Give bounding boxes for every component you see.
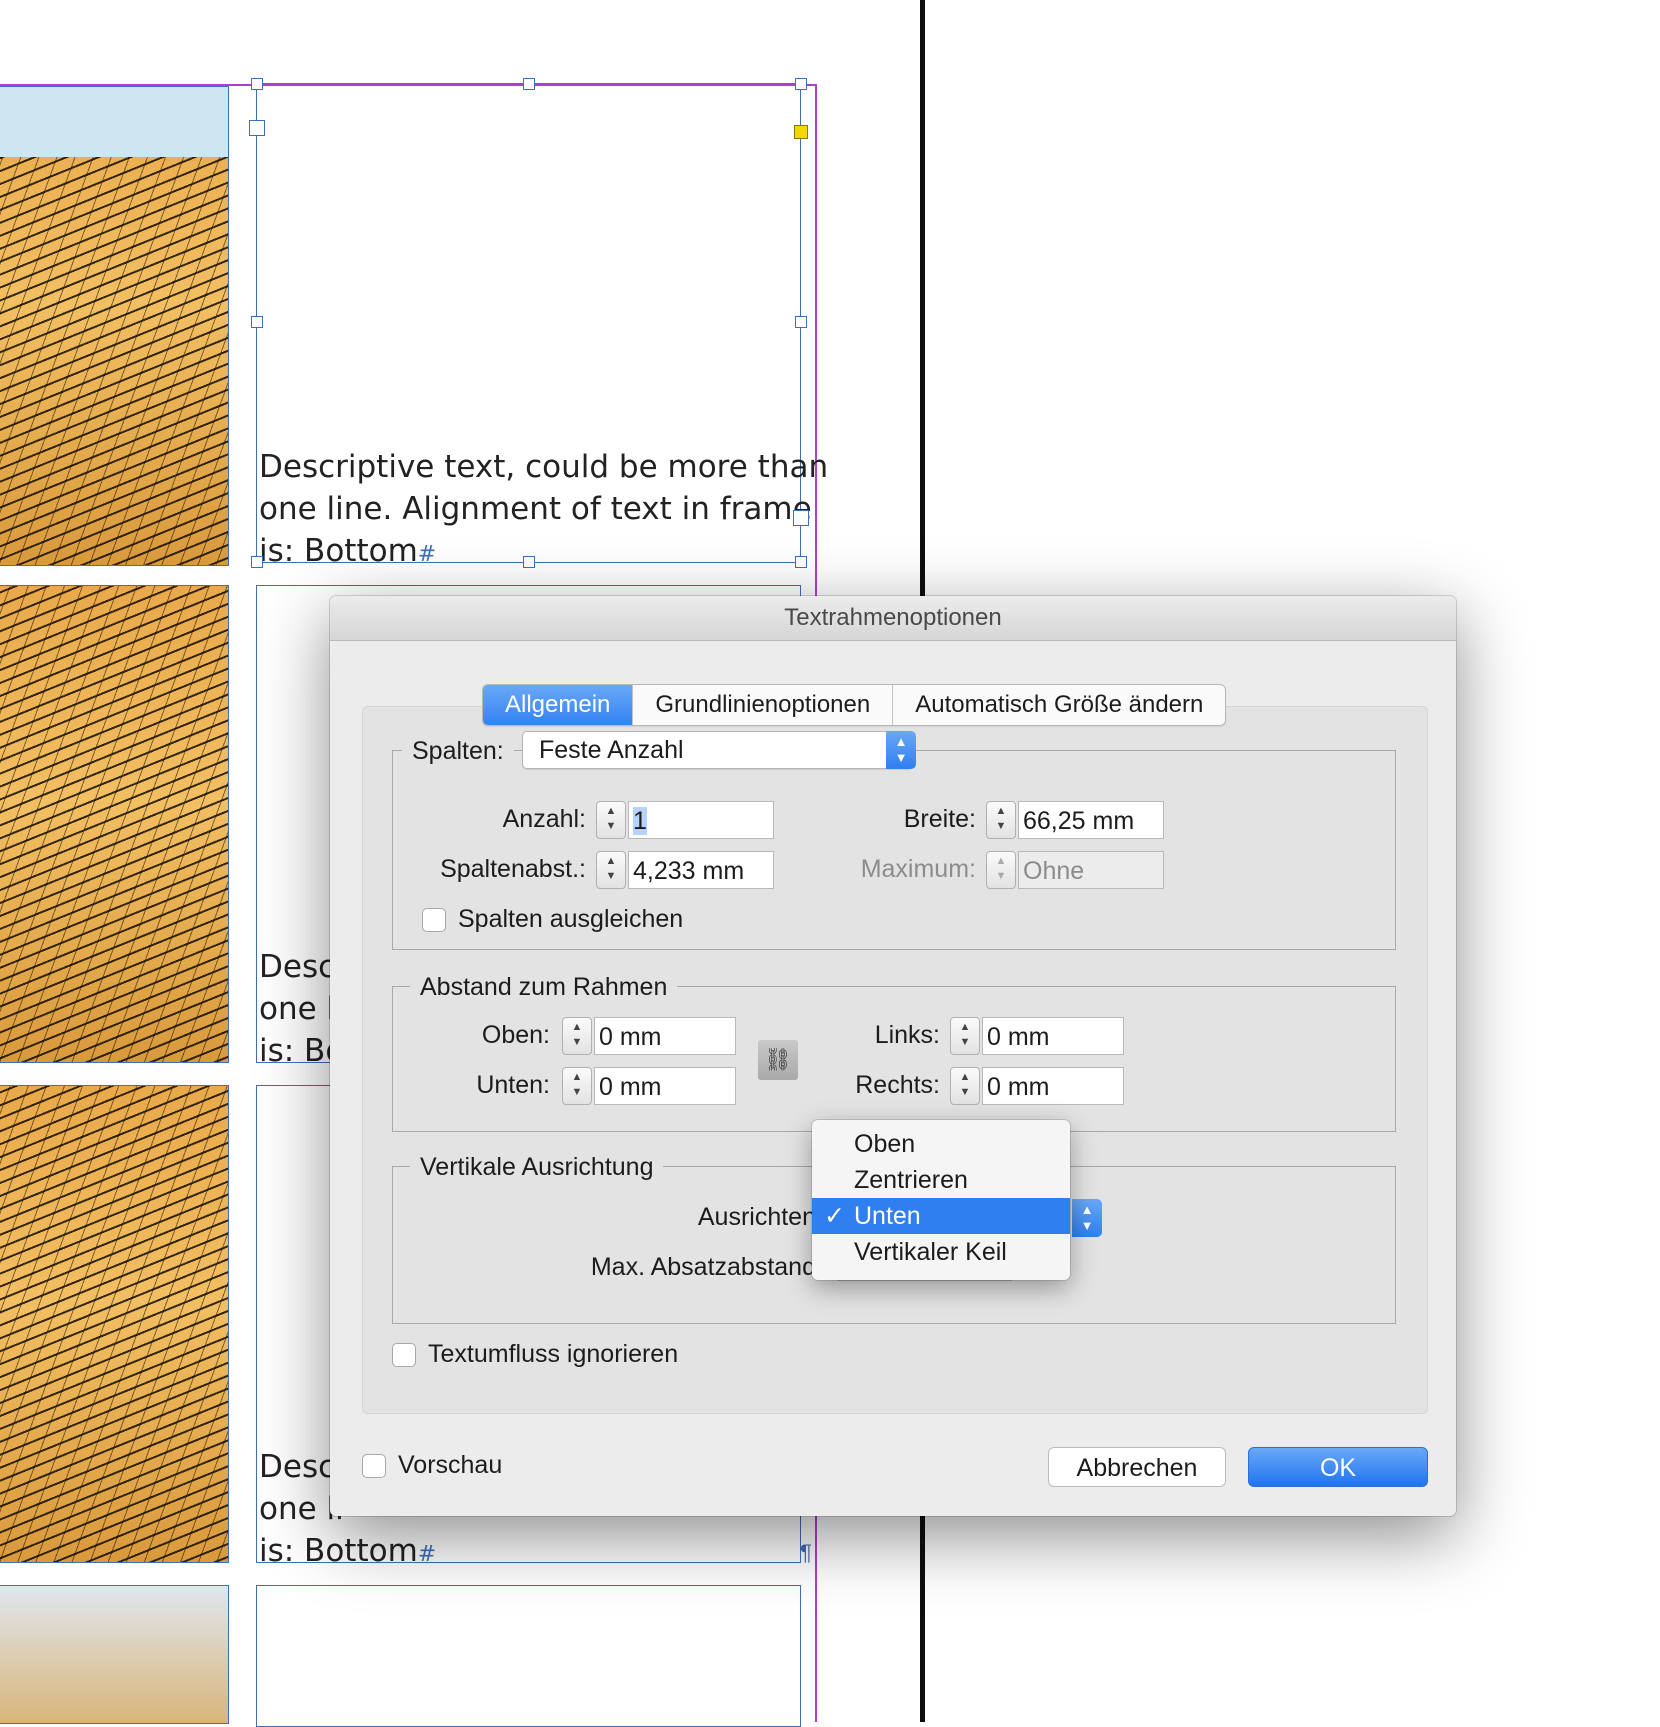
align-select-arrows-icon[interactable]: ▲ ▼ <box>1072 1199 1102 1237</box>
selected-text-frame[interactable]: Descriptive text, could be more than one… <box>256 83 828 569</box>
frame-text-line-2: one line. Alignment of text in frame <box>259 491 812 527</box>
tab-general[interactable]: Allgemein <box>483 685 634 725</box>
align-label: Ausrichten <box>697 1203 816 1231</box>
columns-label: Spalten: <box>402 734 514 768</box>
inset-group <box>392 986 1396 1132</box>
align-option-bottom[interactable]: ✓ Unten <box>812 1198 1070 1234</box>
frame3-text-line-3: is: Bottom <box>259 1533 418 1569</box>
tab-bar: Allgemein Grundlinienoptionen Automatisc… <box>482 684 1227 726</box>
max-paragraph-spacing-label: Max. Absatzabstand <box>590 1253 816 1281</box>
frame-text-line-1: Descriptive text, could be more than <box>259 449 829 485</box>
align-option-top[interactable]: Oben <box>812 1126 1070 1162</box>
frame-handle-top-left[interactable] <box>251 78 263 90</box>
inset-bottom-input[interactable]: 0 mm <box>594 1067 736 1105</box>
frame-text-line-3: is: Bottom <box>259 533 418 569</box>
ignore-text-wrap-checkbox[interactable] <box>392 1343 416 1367</box>
preview-checkbox[interactable] <box>362 1454 386 1478</box>
align-option-justify[interactable]: Vertikaler Keil <box>812 1234 1070 1270</box>
text-frame-options-dialog: Textrahmenoptionen Allgemein Grundlinien… <box>330 596 1456 1516</box>
frame-handle-middle-right[interactable] <box>795 316 807 328</box>
frame-handle-top-center[interactable] <box>523 78 535 90</box>
balance-columns-label: Spalten ausgleichen <box>458 905 684 933</box>
column-count-value: 1 <box>633 807 647 835</box>
in-port-handle[interactable] <box>249 120 265 136</box>
gutter-input[interactable]: 4,233 mm <box>628 851 774 889</box>
inset-right-stepper[interactable]: ▲ ▼ <box>950 1067 980 1105</box>
checkmark-icon: ✓ <box>824 1202 845 1230</box>
out-port-handle[interactable] <box>793 510 809 526</box>
illustration-sky <box>0 87 228 157</box>
gutter-stepper[interactable]: ▲ ▼ <box>596 851 626 889</box>
inset-top-stepper[interactable]: ▲ ▼ <box>562 1017 592 1055</box>
inset-right-input[interactable]: 0 mm <box>982 1067 1124 1105</box>
text-frame-4[interactable] <box>256 1585 801 1727</box>
inset-left-stepper[interactable]: ▲ ▼ <box>950 1017 980 1055</box>
width-label: Breite: <box>903 805 976 833</box>
illustration-image-1[interactable] <box>0 86 229 566</box>
align-option-center[interactable]: Zentrieren <box>812 1162 1070 1198</box>
tab-baseline-options[interactable]: Grundlinienoptionen <box>633 685 894 725</box>
inset-bottom-label: Unten: <box>476 1071 550 1099</box>
column-count-input[interactable]: 1 <box>628 801 774 839</box>
ok-button[interactable]: OK <box>1248 1447 1428 1487</box>
preview-label: Vorschau <box>398 1451 503 1479</box>
ignore-text-wrap-label: Textumfluss ignorieren <box>428 1340 679 1368</box>
vertical-justification-legend: Vertikale Ausrichtung <box>410 1150 664 1184</box>
frame-handle-bottom-right[interactable] <box>795 556 807 568</box>
maximum-stepper: ▲ ▼ <box>986 851 1016 889</box>
frame-handle-bottom-center[interactable] <box>523 556 535 568</box>
gutter-label: Spaltenabst.: <box>440 855 586 883</box>
inset-top-label: Oben: <box>481 1021 550 1049</box>
balance-columns-checkbox[interactable] <box>422 908 446 932</box>
inset-left-input[interactable]: 0 mm <box>982 1017 1124 1055</box>
end-of-story-marker: # <box>417 542 437 567</box>
inset-top-input[interactable]: 0 mm <box>594 1017 736 1055</box>
frame-handle-bottom-left[interactable] <box>251 556 263 568</box>
align-dropdown-menu: Oben Zentrieren ✓ Unten Vertikaler Keil <box>812 1120 1070 1280</box>
corner-option-handle[interactable] <box>794 125 808 139</box>
column-count-label: Anzahl: <box>502 805 586 833</box>
illustration-image-4[interactable] <box>0 1585 229 1724</box>
inset-bottom-stepper[interactable]: ▲ ▼ <box>562 1067 592 1105</box>
frame-handle-middle-left[interactable] <box>251 316 263 328</box>
width-input[interactable]: 66,25 mm <box>1018 801 1164 839</box>
select-arrows-icon[interactable]: ▲ ▼ <box>886 731 916 769</box>
dialog-title[interactable]: Textrahmenoptionen <box>330 596 1456 641</box>
frame-handle-top-right[interactable] <box>795 78 807 90</box>
frame3-pilcrow: ¶ <box>800 1540 812 1565</box>
frame3-end-marker: # <box>417 1542 437 1567</box>
illustration-image-2[interactable] <box>0 585 229 1063</box>
chain-link-icon[interactable]: ⛓ <box>758 1040 798 1080</box>
columns-type-value: Feste Anzahl <box>539 736 684 764</box>
columns-type-select[interactable]: Feste Anzahl <box>522 731 912 769</box>
cancel-button[interactable]: Abbrechen <box>1048 1447 1226 1487</box>
width-stepper[interactable]: ▲ ▼ <box>986 801 1016 839</box>
align-option-bottom-label: Unten <box>854 1202 921 1230</box>
inset-legend: Abstand zum Rahmen <box>410 970 678 1004</box>
maximum-label: Maximum: <box>860 855 976 883</box>
inset-right-label: Rechts: <box>855 1071 940 1099</box>
maximum-input: Ohne <box>1018 851 1164 889</box>
tab-auto-size[interactable]: Automatisch Größe ändern <box>893 685 1225 725</box>
column-count-stepper[interactable]: ▲ ▼ <box>596 801 626 839</box>
inset-left-label: Links: <box>874 1021 940 1049</box>
illustration-image-3[interactable] <box>0 1085 229 1563</box>
